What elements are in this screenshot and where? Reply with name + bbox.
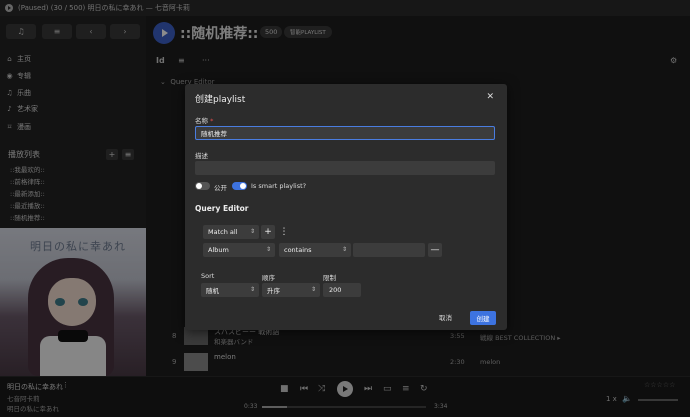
create-button[interactable]: 创建 [470,311,496,325]
more-vertical-icon[interactable]: ⋮ [277,225,291,239]
close-icon[interactable]: ✕ [486,92,494,102]
name-label: 名称 * [195,117,214,125]
limit-label: 限制 [323,274,336,282]
chevron-updown-icon: ⇕ [249,286,255,293]
query-editor-heading: Query Editor [195,204,249,213]
rule-value-field[interactable] [353,243,425,257]
add-rule-button[interactable]: + [261,225,275,239]
field-select[interactable]: Album ⇕ [203,243,275,257]
order-label: 顺序 [262,274,275,282]
description-field[interactable] [195,161,495,175]
chevron-updown-icon: ⇕ [310,286,316,293]
match-select[interactable]: Match all ⇕ [203,225,259,239]
public-toggle[interactable] [195,182,210,190]
description-label: 描述 [195,152,208,160]
smart-playlist-label: Is smart playlist? [251,182,307,190]
cancel-button[interactable]: 取消 [439,312,452,322]
dialog-title: 创建playlist [195,95,246,105]
order-select[interactable]: 升序 ⇕ [262,283,320,297]
sort-label: Sort [201,272,215,280]
name-field[interactable]: 随机推荐 [195,126,495,140]
limit-field[interactable]: 200 [323,283,361,297]
chevron-updown-icon: ⇕ [265,246,271,253]
chevron-updown-icon: ⇕ [341,246,347,253]
toggle-knob [240,183,246,189]
smart-playlist-toggle[interactable] [232,182,247,190]
public-label: 公开 [214,184,227,192]
required-mark: * [210,117,214,125]
sort-select[interactable]: 随机 ⇕ [201,283,259,297]
chevron-updown-icon: ⇕ [249,228,255,235]
toggle-knob [196,183,202,189]
create-playlist-dialog: 创建playlist ✕ 名称 * 随机推荐 描述 公开 Is smart pl… [185,84,507,330]
operator-select[interactable]: contains ⇕ [279,243,351,257]
remove-rule-button[interactable]: — [428,243,442,257]
